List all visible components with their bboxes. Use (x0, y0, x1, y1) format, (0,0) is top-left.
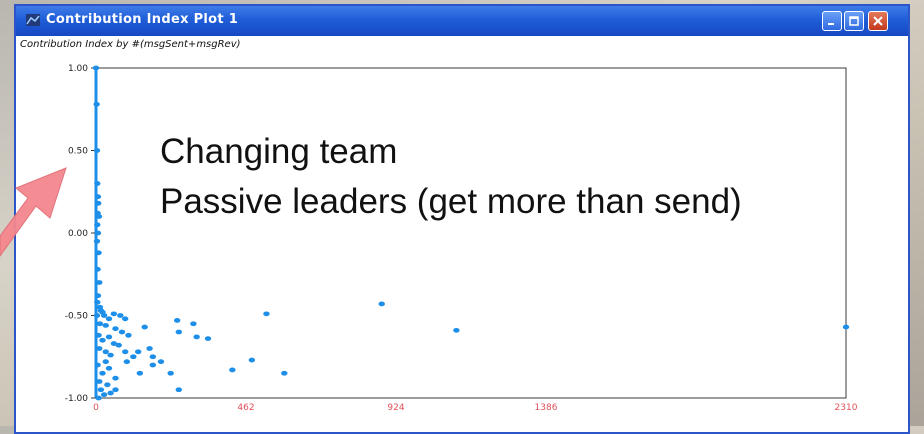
pointer-arrow-shape (0, 167, 67, 257)
pointer-arrow (0, 167, 67, 257)
